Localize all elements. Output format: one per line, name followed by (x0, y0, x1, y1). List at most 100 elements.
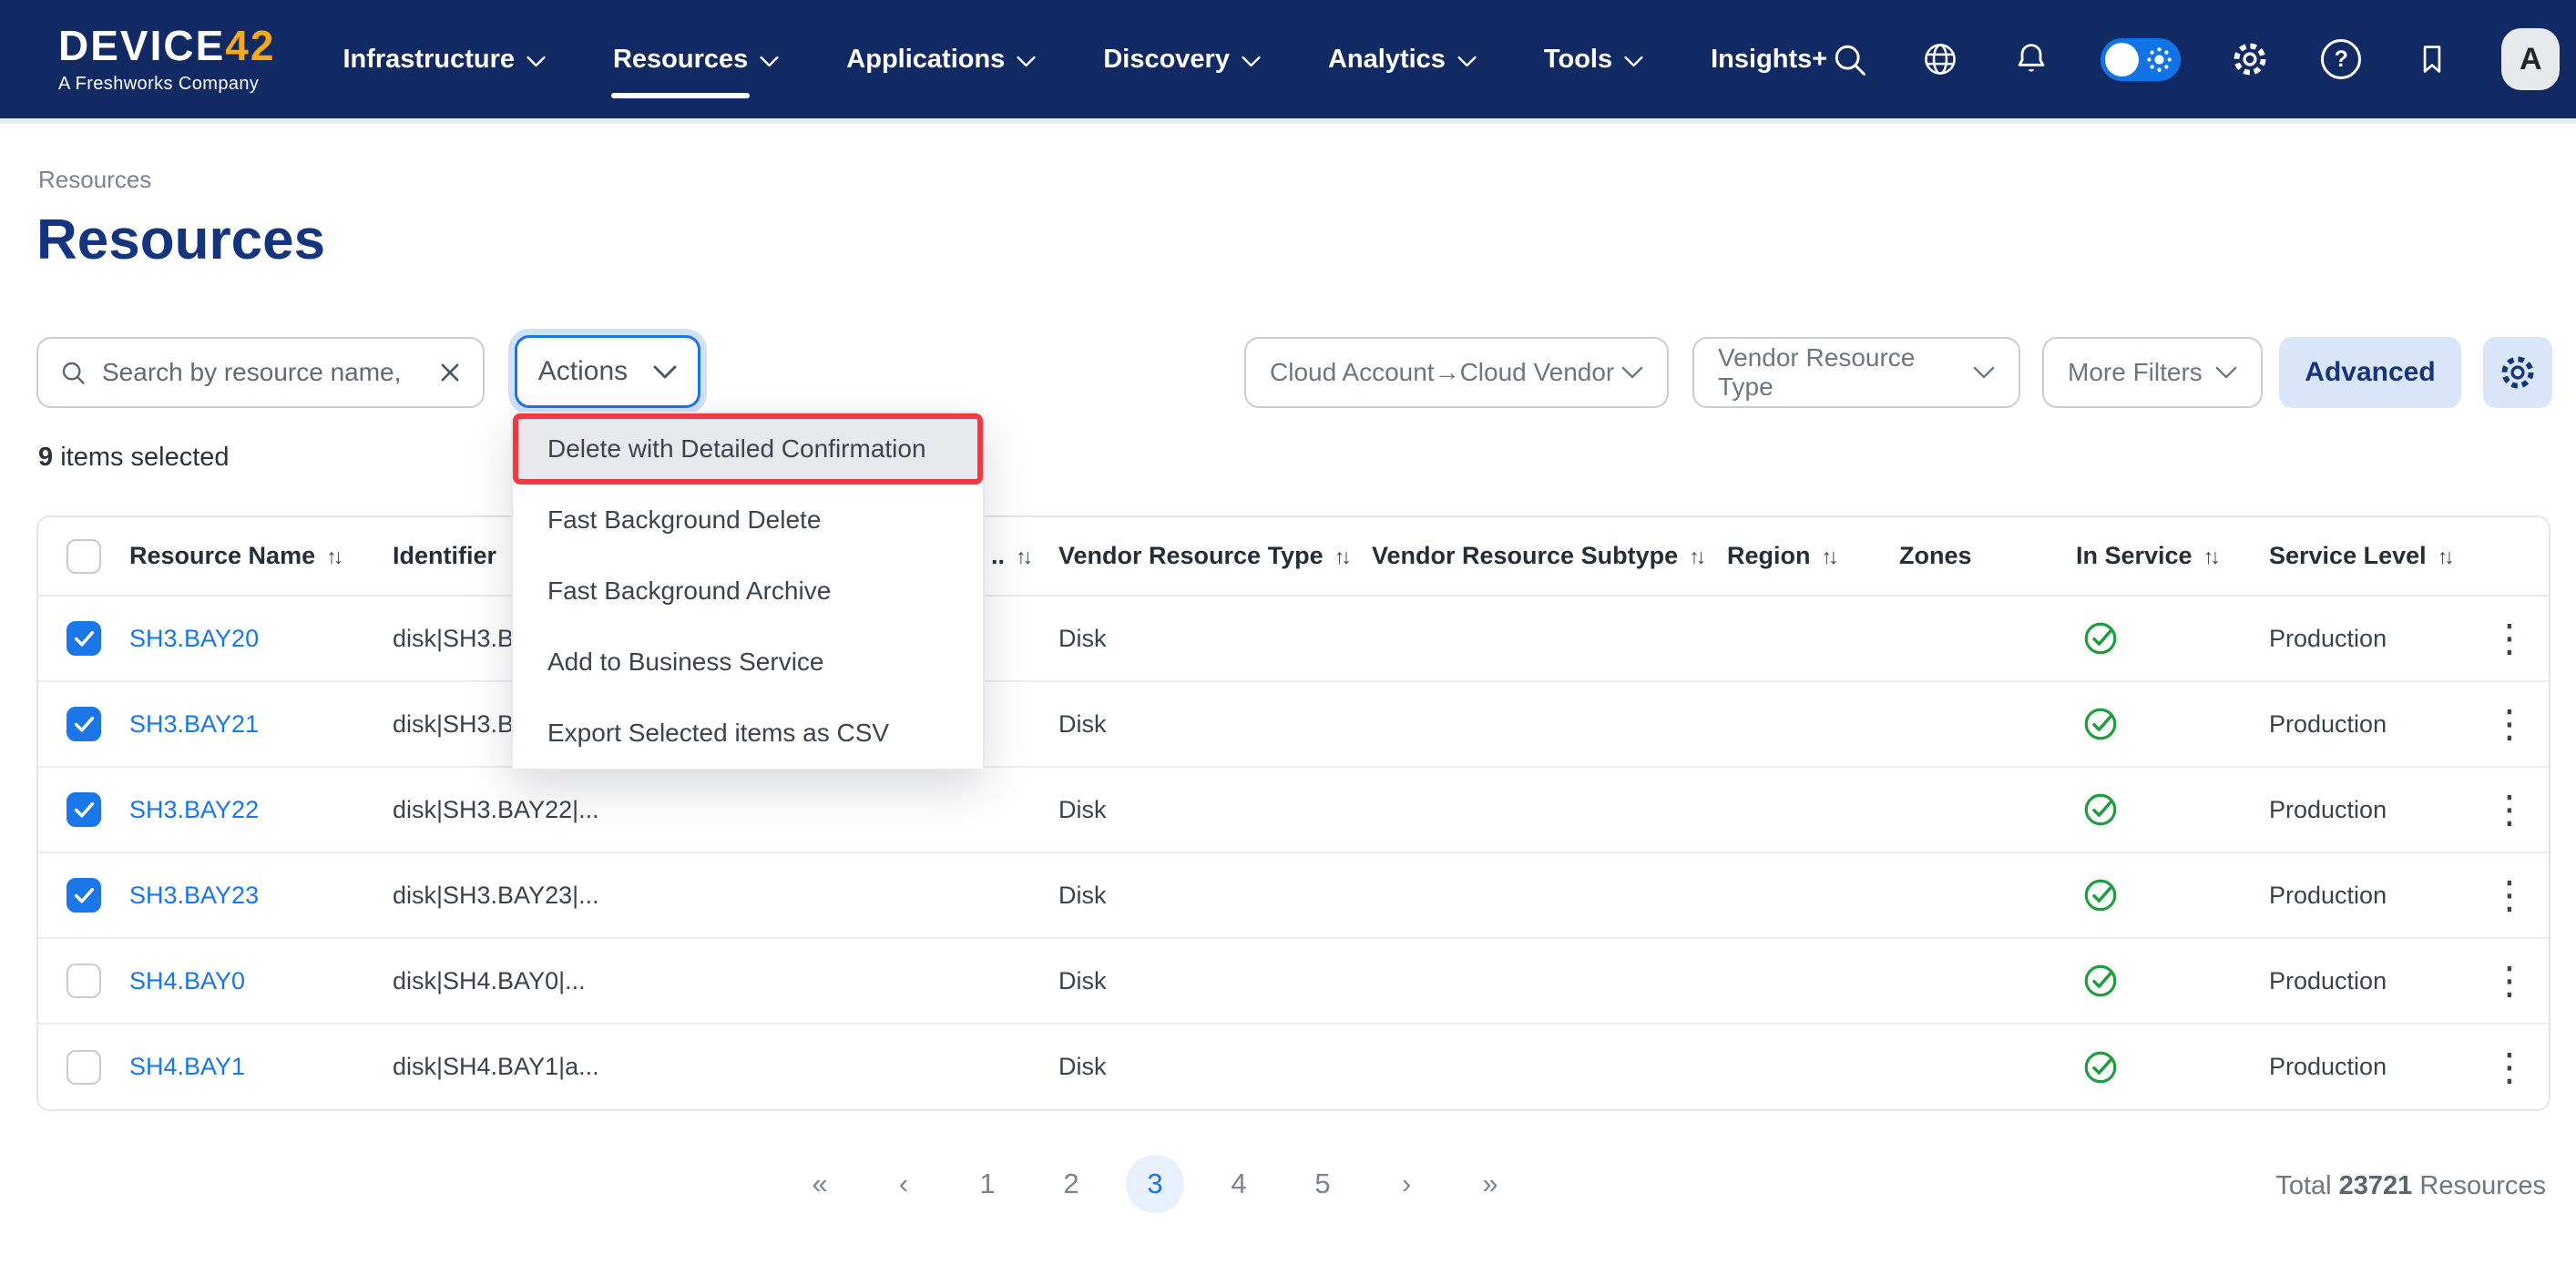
table-header-row: Resource Name↑↓Identifier..↑↓Vendor Reso… (38, 517, 2549, 596)
table-row: SH3.BAY22disk|SH3.BAY22|...DiskProductio… (38, 767, 2549, 852)
menu-item-fast-background-archive[interactable]: Fast Background Archive (513, 556, 983, 627)
device42-resources-page: DEVICE42 A Freshworks Company Infrastruc… (0, 0, 2576, 1275)
menu-item-fast-background-delete[interactable]: Fast Background Delete (513, 484, 983, 556)
vendor-resource-subtype-text-cell (1372, 596, 1727, 681)
actions-button-label: Actions (538, 356, 628, 387)
service-level-cell: Production (2269, 596, 2470, 681)
row-checkbox[interactable] (66, 964, 101, 998)
in-service-check-icon (2081, 619, 2120, 658)
globe-icon[interactable] (1918, 37, 1962, 81)
clear-search-icon[interactable] (437, 360, 463, 385)
row-actions-kebab-icon[interactable]: ⋮ (2490, 1046, 2529, 1088)
sort-icon[interactable]: ↑↓ (326, 545, 340, 568)
in-service-cell (2076, 596, 2269, 681)
row-actions-kebab-icon[interactable]: ⋮ (2490, 959, 2529, 1002)
identifier-text: disk|SH4.BAY1|a... (393, 1053, 599, 1080)
column-header-in-service[interactable]: In Service↑↓ (2076, 517, 2269, 596)
pagination-last[interactable]: » (1448, 1149, 1532, 1219)
pagination-page-3-label: 3 (1126, 1155, 1184, 1213)
row-actions-kebab-icon[interactable]: ⋮ (2490, 702, 2529, 745)
row-actions-kebab-icon[interactable]: ⋮ (2490, 617, 2529, 659)
pagination-prev[interactable]: ‹ (862, 1149, 946, 1219)
nav-item-resources[interactable]: Resources (613, 45, 779, 75)
notifications-bell-icon[interactable] (2009, 37, 2053, 81)
resource-name-link[interactable]: SH3.BAY20 (129, 625, 259, 652)
resource-name-cell: SH4.BAY0 (129, 938, 393, 1024)
device42-logo[interactable]: DEVICE42 A Freshworks Company (58, 25, 275, 95)
row-checkbox-cell (38, 767, 129, 852)
pagination-page-3[interactable]: 3 (1113, 1149, 1197, 1219)
menu-item-delete-with-detailed-confirmation[interactable]: Delete with Detailed Confirmation (513, 413, 983, 484)
help-icon[interactable]: ? (2319, 37, 2363, 81)
breadcrumb[interactable]: Resources (38, 166, 151, 194)
search-icon[interactable] (1827, 37, 1871, 81)
advanced-button[interactable]: Advanced (2279, 337, 2461, 408)
row-actions-kebab-icon[interactable]: ⋮ (2490, 788, 2529, 831)
row-actions-cell: ⋮ (2470, 681, 2549, 767)
pagination-page-1[interactable]: 1 (946, 1149, 1029, 1219)
selected-label: items selected (60, 443, 229, 472)
resource-name-link[interactable]: SH3.BAY22 (129, 796, 259, 823)
chevron-down-icon (526, 56, 546, 67)
nav-item-insights[interactable]: Insights+ (1711, 45, 1827, 75)
sort-icon[interactable]: ↑↓ (1334, 545, 1348, 568)
nav-item-applications[interactable]: Applications (846, 45, 1036, 75)
actions-button[interactable]: Actions (515, 335, 700, 408)
sort-icon[interactable]: ↑↓ (1689, 545, 1702, 568)
column-header-vendor-resource-subtype[interactable]: Vendor Resource Subtype ↑↓ (1372, 517, 1727, 596)
theme-toggle[interactable] (2101, 38, 2181, 81)
filter-more-filters[interactable]: More Filters (2042, 337, 2263, 408)
column-header-zones[interactable]: Zones (1899, 517, 2076, 596)
column-header-service-level[interactable]: Service Level ↑↓ (2269, 517, 2470, 596)
nav-item-discovery[interactable]: Discovery (1103, 45, 1261, 75)
row-checkbox[interactable] (66, 1050, 101, 1085)
row-actions-cell: ⋮ (2470, 596, 2549, 681)
pagination-page-2[interactable]: 2 (1029, 1149, 1113, 1219)
pagination-page-4[interactable]: 4 (1197, 1149, 1281, 1219)
pagination-next[interactable]: › (1365, 1149, 1448, 1219)
filter-cloud-account-cloud-vendor[interactable]: Cloud Account→Cloud Vendor (1244, 337, 1669, 408)
column-header-vendor-resource-type[interactable]: Vendor Resource Type↑↓ (1058, 517, 1372, 596)
row-checkbox[interactable] (66, 878, 101, 913)
row-checkbox-cell (38, 938, 129, 1024)
column-header-label: Region (1727, 542, 1811, 569)
nav-item-analytics[interactable]: Analytics (1328, 45, 1477, 75)
column-header-label: Vendor Resource Subtype (1372, 542, 1678, 569)
nav-item-infrastructure[interactable]: Infrastructure (342, 45, 546, 75)
row-actions-kebab-icon[interactable]: ⋮ (2490, 873, 2529, 916)
pagination-page-5[interactable]: 5 (1281, 1149, 1365, 1219)
column-header-actions (2470, 517, 2549, 596)
zones-text-cell (1899, 681, 2076, 767)
column-header-label: Service Level (2269, 542, 2427, 569)
select-all-checkbox[interactable] (66, 539, 101, 574)
in-service-cell (2076, 1024, 2269, 1109)
settings-gear-icon[interactable] (2228, 37, 2272, 81)
row-actions-cell: ⋮ (2470, 767, 2549, 852)
vendor-resource-type-text-cell: Disk (1058, 767, 1372, 852)
resource-name-link[interactable]: SH4.BAY0 (129, 967, 245, 994)
sort-icon[interactable]: ↑↓ (2203, 545, 2217, 568)
sort-icon[interactable]: ↑↓ (1822, 545, 1835, 568)
row-checkbox[interactable] (66, 621, 101, 656)
user-avatar[interactable]: A (2501, 28, 2560, 90)
column-header-resource-name[interactable]: Resource Name↑↓ (129, 517, 393, 596)
nav-item-tools[interactable]: Tools (1544, 45, 1643, 75)
bookmark-icon[interactable] (2410, 37, 2454, 81)
resources-table: Resource Name↑↓Identifier..↑↓Vendor Reso… (36, 515, 2550, 1111)
search-input[interactable] (102, 358, 423, 387)
column-header-region[interactable]: Region ↑↓ (1727, 517, 1899, 596)
row-checkbox[interactable] (66, 792, 101, 827)
row-checkbox[interactable] (66, 707, 101, 741)
menu-item-add-to-business-service[interactable]: Add to Business Service (513, 627, 983, 698)
sort-icon[interactable]: ↑↓ (1016, 545, 1029, 568)
pagination-first[interactable]: « (778, 1149, 862, 1219)
table-settings-gear-icon[interactable] (2483, 337, 2552, 408)
resource-name-link[interactable]: SH3.BAY23 (129, 882, 259, 909)
menu-item-export-selected-items-as-csv[interactable]: Export Selected items as CSV (513, 698, 983, 769)
sort-icon[interactable]: ↑↓ (2438, 545, 2451, 568)
resource-name-link[interactable]: SH3.BAY21 (129, 710, 259, 738)
zones-text-cell (1899, 938, 2076, 1024)
filter-vendor-resource-type[interactable]: Vendor Resource Type (1692, 337, 2020, 408)
region-text-cell (1727, 596, 1899, 681)
resource-name-link[interactable]: SH4.BAY1 (129, 1053, 245, 1080)
